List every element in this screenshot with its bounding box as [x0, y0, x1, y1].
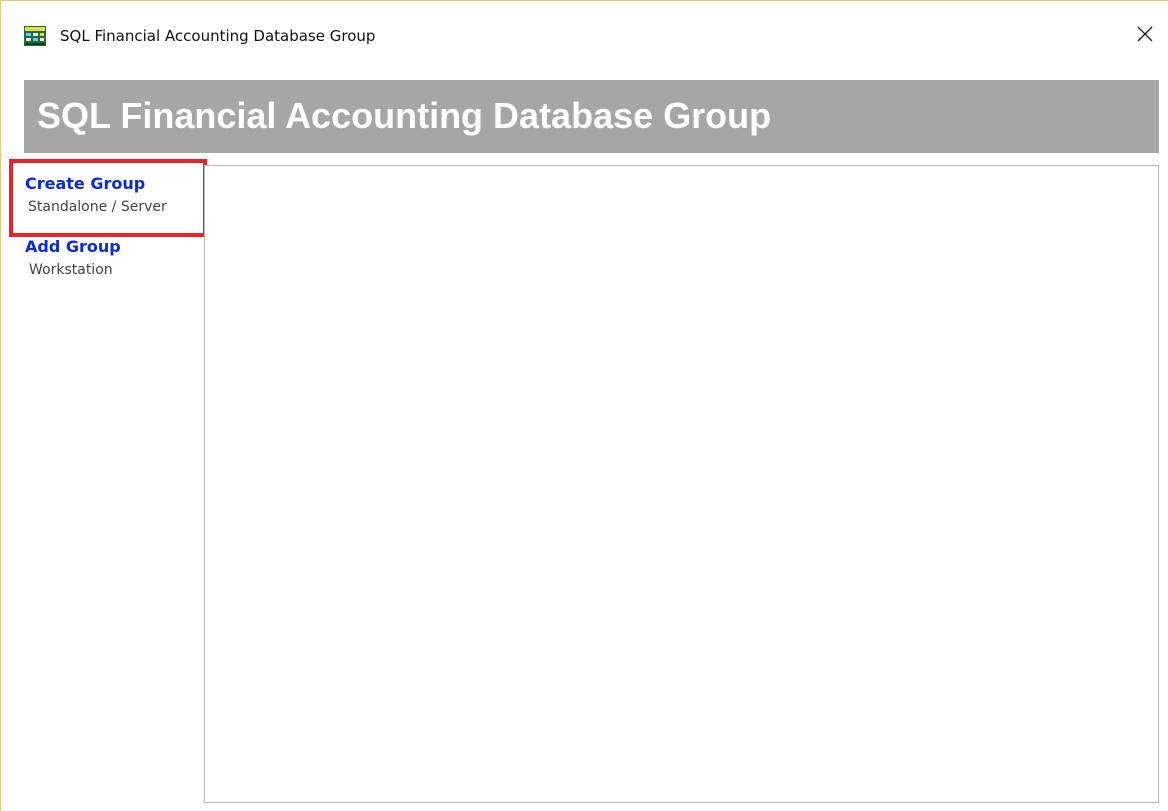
- create-group-subtitle: Standalone / Server: [28, 199, 167, 215]
- sidebar-item-add-group[interactable]: Add Group Workstation: [9, 237, 207, 287]
- header-banner: SQL Financial Accounting Database Group: [24, 80, 1159, 153]
- content-panel: [204, 165, 1159, 803]
- close-icon: [1137, 26, 1153, 47]
- create-group-link[interactable]: Create Group: [25, 174, 145, 194]
- title-bar[interactable]: SQL Financial Accounting Database Group: [1, 1, 1168, 71]
- app-window: SQL Financial Accounting Database Group …: [0, 0, 1168, 811]
- add-group-link[interactable]: Add Group: [25, 237, 121, 257]
- window-title: SQL Financial Accounting Database Group: [60, 27, 376, 45]
- sidebar-item-create-group[interactable]: Create Group Standalone / Server: [9, 159, 207, 237]
- close-button[interactable]: [1122, 15, 1168, 57]
- app-icon: [24, 26, 46, 46]
- banner-title: SQL Financial Accounting Database Group: [37, 95, 772, 136]
- sidebar: Create Group Standalone / Server Add Gro…: [9, 159, 207, 799]
- add-group-subtitle: Workstation: [29, 262, 113, 278]
